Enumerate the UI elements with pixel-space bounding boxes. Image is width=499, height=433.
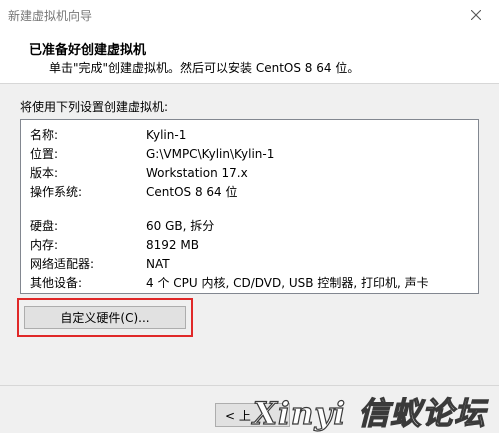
row-key: 版本:	[30, 166, 59, 180]
row-value: 60 GB, 拆分	[146, 219, 215, 233]
row-key: 位置:	[30, 147, 59, 161]
row-value: 4 个 CPU 内核, CD/DVD, USB 控制器, 打印机, 声卡	[146, 276, 429, 290]
row-key: 硬盘:	[30, 219, 59, 233]
row-key: 内存:	[30, 238, 59, 252]
row-key: 操作系统:	[30, 185, 83, 199]
settings-summary: 名称: Kylin-1 位置: G:\VMPC\Kylin\Kylin-1 版本…	[20, 119, 479, 294]
page-title: 已准备好创建虚拟机	[29, 43, 147, 58]
row-value: G:\VMPC\Kylin\Kylin-1	[146, 147, 275, 161]
row-value: 8192 MB	[146, 238, 199, 252]
watermark: Xinyi 信蚁论坛	[250, 385, 499, 433]
row-value: Kylin-1	[146, 128, 187, 142]
row-value: Workstation 17.x	[146, 166, 248, 180]
row-value: CentOS 8 64 位	[146, 185, 238, 199]
customize-hardware-button[interactable]: 自定义硬件(C)...	[24, 306, 186, 329]
row-key: 其他设备:	[30, 276, 83, 290]
watermark-text: Xinyi 信蚁论坛	[252, 395, 486, 432]
close-button[interactable]	[453, 0, 499, 30]
row-value: NAT	[146, 257, 170, 271]
close-icon	[471, 10, 481, 20]
summary-label: 将使用下列设置创建虚拟机:	[20, 100, 169, 114]
wizard-header: 已准备好创建虚拟机 单击"完成"创建虚拟机。然后可以安装 CentOS 8 64…	[0, 30, 499, 84]
row-key: 网络适配器:	[30, 257, 95, 271]
title-bar: 新建虚拟机向导	[0, 0, 499, 30]
page-subtitle: 单击"完成"创建虚拟机。然后可以安装 CentOS 8 64 位。	[49, 61, 360, 75]
row-key: 名称:	[30, 128, 59, 142]
window-title: 新建虚拟机向导	[8, 9, 93, 23]
